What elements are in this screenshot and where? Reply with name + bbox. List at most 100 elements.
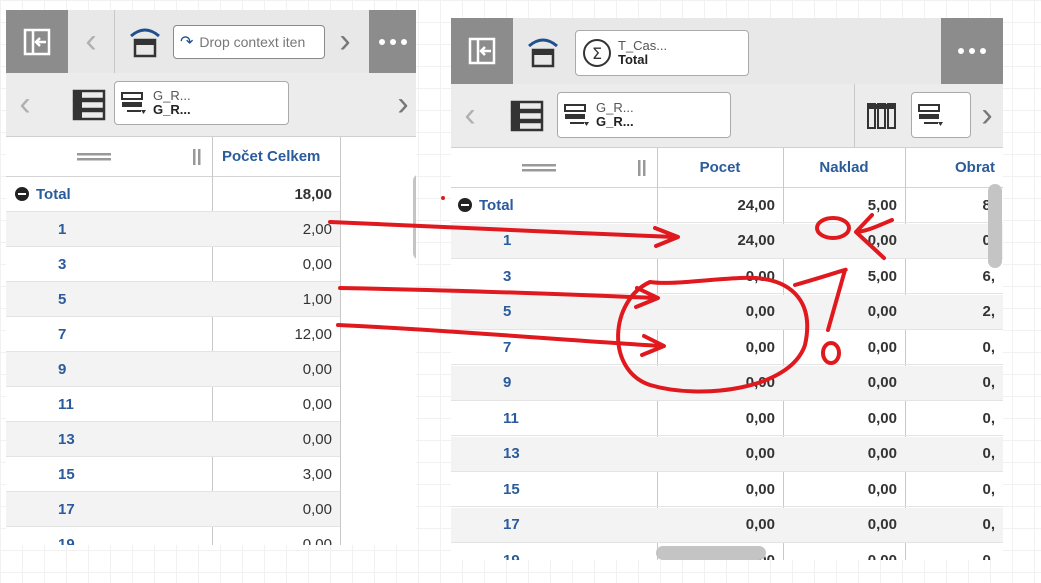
row-value-text: 0,00 (745, 409, 775, 427)
divider (114, 10, 115, 73)
scroll-right-arrow[interactable]: › (332, 10, 358, 73)
exit-view-button[interactable] (6, 10, 68, 73)
col-header-obrat[interactable]: Obrat (905, 148, 1003, 188)
group-name-short: G_R... (153, 88, 191, 103)
row-value-text: 0,00 (867, 480, 897, 498)
row-value-text: 3,00 (302, 465, 332, 483)
row-value-text: 0,00 (302, 395, 332, 413)
row-label[interactable]: 9 (451, 365, 657, 401)
row-label[interactable]: 19 (6, 527, 212, 546)
rows-layout-button[interactable] (70, 86, 108, 124)
row-label[interactable]: 1 (6, 212, 212, 247)
row-label-text: 7 (503, 338, 512, 356)
groups-scroll-right[interactable]: › (391, 73, 415, 136)
col-header-naklad[interactable]: Naklad (783, 148, 905, 188)
row-label-text: 1 (58, 220, 67, 238)
column-group-field[interactable] (911, 92, 971, 138)
drag-handle-icon (522, 163, 556, 171)
row-value-text: 12,00 (294, 325, 332, 343)
row-total-value-text: 24,00 (737, 196, 775, 214)
row-value: 24,00 (657, 223, 783, 259)
row-label[interactable]: 5 (451, 294, 657, 330)
divider (854, 84, 855, 147)
more-options-button[interactable] (941, 18, 1003, 84)
row-label-text: 1 (503, 232, 512, 249)
groups-scroll-left[interactable]: ‹ (455, 84, 485, 147)
row-total-label[interactable]: Total (451, 188, 657, 223)
row-label[interactable]: 5 (6, 282, 212, 317)
row-header-handle[interactable] (451, 148, 627, 188)
minus-circle-icon[interactable] (457, 197, 473, 213)
drop-context-field[interactable]: ↷ Drop context iten (173, 25, 325, 59)
row-label[interactable]: 13 (6, 422, 212, 457)
row-label[interactable]: 7 (6, 317, 212, 352)
pause-bars-icon (193, 148, 201, 165)
row-label[interactable]: 13 (451, 436, 657, 472)
row-label[interactable]: 19 (451, 543, 657, 561)
row-label[interactable]: 11 (451, 401, 657, 436)
more-dots-icon (958, 48, 986, 54)
row-label[interactable]: 17 (6, 492, 212, 527)
row-value: 0,00 (657, 472, 783, 507)
row-label[interactable]: 9 (6, 352, 212, 387)
context-member-field[interactable]: Σ T_Cas... Total (575, 30, 749, 76)
row-value: 0,00 (212, 352, 340, 387)
row-label[interactable]: 3 (451, 259, 657, 294)
row-label-text: 13 (503, 445, 520, 462)
row-value: 0,00 (783, 365, 905, 401)
right-grid: Pocet Naklad Obrat Total24,005,008,124,0… (451, 148, 1003, 560)
column-resize-handle[interactable] (182, 137, 212, 177)
vertical-scrollbar[interactable] (413, 174, 416, 260)
row-label[interactable]: 7 (451, 330, 657, 365)
row-value: 0,00 (212, 422, 340, 457)
row-label[interactable]: 1 (451, 223, 657, 259)
exit-view-button[interactable] (451, 18, 513, 84)
group-filter-icon (918, 104, 943, 126)
row-total-value: 18,00 (212, 177, 340, 212)
scroll-left-arrow[interactable]: ‹ (76, 10, 106, 73)
horizontal-scrollbar[interactable] (656, 546, 766, 560)
row-label[interactable]: 3 (6, 247, 212, 282)
vertical-scrollbar[interactable] (988, 184, 1002, 268)
row-label-text: 11 (58, 395, 74, 413)
rows-layout-button[interactable] (508, 97, 546, 135)
groups-scroll-right[interactable]: › (973, 84, 1001, 147)
row-value: 0,00 (783, 543, 905, 561)
row-value-text: 0,00 (302, 535, 332, 546)
row-header-handle[interactable] (6, 137, 182, 177)
row-value-text: 0,00 (302, 500, 332, 518)
row-value: 0,00 (783, 436, 905, 472)
row-label[interactable]: 17 (451, 507, 657, 543)
context-area-icon (528, 38, 558, 68)
row-value: 1,00 (212, 282, 340, 317)
col-header-pocet-celkem[interactable]: Počet Celkem (212, 137, 340, 177)
redo-arrow-icon: ↷ (180, 34, 194, 51)
row-group-field[interactable]: G_R... G_R... (557, 92, 731, 138)
row-value-text: 0,00 (302, 430, 332, 448)
column-resize-handle[interactable] (627, 148, 657, 188)
left-grid: Počet Celkem Total 18,00 1 2,00 3 0,00 5 1,00 7 1… (6, 137, 416, 545)
row-label[interactable]: 15 (6, 457, 212, 492)
rows-list-icon (510, 100, 544, 132)
minus-circle-icon[interactable] (14, 186, 30, 202)
more-options-button[interactable] (369, 10, 416, 73)
columns-layout-button[interactable] (863, 98, 901, 134)
row-value-text: 0,00 (867, 445, 897, 462)
col-header-pocet[interactable]: Pocet (657, 148, 783, 188)
row-label-text: 3 (503, 267, 512, 285)
left-toolbar-top: ‹ ↷ Drop context iten › (6, 10, 416, 74)
row-label[interactable]: 15 (451, 472, 657, 507)
row-total-label[interactable]: Total (6, 177, 212, 212)
row-label[interactable]: 11 (6, 387, 212, 422)
row-value-text: 0,00 (867, 551, 897, 561)
context-member-name: Total (618, 52, 649, 67)
row-value: 0,00 (783, 401, 905, 436)
row-label-text: 5 (58, 290, 67, 308)
context-area-button[interactable] (121, 18, 169, 66)
row-value: 0, (905, 472, 1003, 507)
groups-scroll-left[interactable]: ‹ (10, 73, 40, 136)
row-total-label-text: Total (479, 196, 514, 214)
row-group-field[interactable]: G_R... G_R... (114, 81, 289, 125)
context-area-button[interactable] (519, 28, 567, 76)
row-label-text: 17 (503, 516, 520, 533)
